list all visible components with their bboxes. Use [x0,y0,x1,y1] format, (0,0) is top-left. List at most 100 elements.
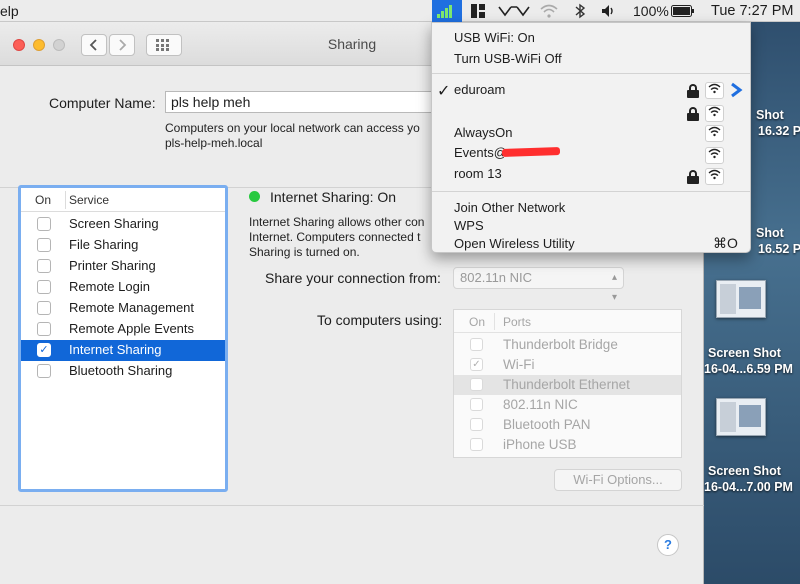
desktop-file-label: Screen Shot [708,346,781,360]
wps-item[interactable]: WPS [454,218,484,233]
service-row-printer-sharing[interactable]: Printer Sharing [21,256,225,277]
back-button[interactable] [81,34,107,56]
local-hostname: pls-help-meh.local [165,136,263,150]
volume-icon[interactable] [600,0,618,22]
wifi-icon[interactable] [539,0,559,22]
keyboard-shortcut: ⌘O [713,235,738,251]
zoom-button[interactable] [53,39,65,51]
grid-icon [156,39,169,51]
service-row-remote-login[interactable]: Remote Login [21,277,225,298]
minimize-button[interactable] [33,39,45,51]
wifi-signal-icon [705,168,724,185]
service-checkbox[interactable] [37,280,51,294]
usb-wifi-status-icon[interactable] [432,0,462,22]
battery-icon[interactable] [671,0,695,22]
status-description: Internet Sharing allows other con [249,215,425,229]
desktop-file-label: Shot [756,226,784,240]
service-label: File Sharing [69,237,139,252]
port-checkbox[interactable] [470,378,483,391]
join-other-network-item[interactable]: Join Other Network [454,200,565,215]
service-checkbox[interactable] [37,364,51,378]
port-label: Bluetooth PAN [503,417,591,432]
menu-clock[interactable]: Tue 7:27 PM [711,0,793,22]
port-row-802-11n-nic[interactable]: 802.11n NIC [454,395,681,415]
wifi-options-button[interactable]: Wi-Fi Options... [554,469,682,491]
wifi-signal-icon [705,82,724,99]
port-label: Thunderbolt Ethernet [503,377,630,392]
open-wireless-utility-item[interactable]: Open Wireless Utility [454,236,575,251]
internet-sharing-status: Internet Sharing: On [270,189,397,205]
popup-arrows-icon: ▴ ▾ [611,272,617,303]
wifi-signal-icon [705,105,724,122]
service-label: Bluetooth Sharing [69,363,173,378]
service-row-file-sharing[interactable]: File Sharing [21,235,225,256]
on-column-header[interactable]: On [35,193,51,207]
status-description: Internet. Computers connected t [249,230,421,244]
service-checkbox[interactable] [37,238,51,252]
share-from-value: 802.11n NIC [460,270,533,285]
service-checkbox-checked[interactable]: ✓ [37,343,51,357]
ports-list: On Ports Thunderbolt Bridge ✓ Wi-Fi Thun… [453,309,682,458]
computer-name-field[interactable]: pls help meh [165,91,435,113]
port-checkbox[interactable] [470,418,483,431]
ports-column-header[interactable]: Ports [503,315,531,329]
lock-icon [686,107,700,121]
divider [0,505,704,506]
glasses-icon[interactable] [497,0,531,22]
port-checkbox-checked[interactable]: ✓ [470,358,483,371]
port-checkbox[interactable] [470,338,483,351]
port-row-iphone-usb[interactable]: iPhone USB [454,435,681,455]
service-row-bluetooth-sharing[interactable]: Bluetooth Sharing [21,361,225,382]
service-row-remote-apple-events[interactable]: Remote Apple Events [21,319,225,340]
on-column-header[interactable]: On [469,315,485,329]
service-label: Screen Sharing [69,216,159,231]
lock-icon [686,84,700,98]
service-row-internet-sharing[interactable]: ✓ Internet Sharing [21,340,225,361]
service-label: Remote Login [69,279,150,294]
network-item-eduroam[interactable]: eduroam [454,82,505,97]
share-from-popup[interactable]: 802.11n NIC ▴ ▾ [453,267,624,303]
turn-usb-wifi-off-item[interactable]: Turn USB-WiFi Off [454,51,562,66]
port-checkbox[interactable] [470,398,483,411]
grid-app-icon[interactable] [470,0,486,22]
network-item-alwayson[interactable]: AlwaysOn [454,125,513,140]
service-checkbox[interactable] [37,217,51,231]
port-row-thunderbolt-ethernet[interactable]: Thunderbolt Ethernet [454,375,681,395]
service-checkbox[interactable] [37,259,51,273]
service-label: Remote Apple Events [69,321,195,336]
show-all-grid-button[interactable] [146,34,182,56]
computer-name-label: Computer Name: [49,95,156,111]
usb-wifi-menu: USB WiFi: On Turn USB-WiFi Off ✓ eduroam… [431,22,751,253]
wifi-signal-icon [705,147,724,164]
service-list-header: On Service [21,188,225,212]
window-title: Sharing [327,36,377,52]
battery-percent[interactable]: 100% [633,0,669,22]
port-row-bluetooth-pan[interactable]: Bluetooth PAN [454,415,681,435]
port-label: Wi-Fi [503,357,535,372]
desktop-file-label: Shot [756,108,784,122]
network-item-events[interactable]: Events@ [454,145,507,160]
help-button[interactable]: ? [657,534,679,556]
network-details-arrow-icon[interactable] [728,81,744,102]
forward-button[interactable] [109,34,135,56]
port-label: iPhone USB [503,437,577,452]
service-column-header[interactable]: Service [69,193,109,207]
port-row-thunderbolt-bridge[interactable]: Thunderbolt Bridge [454,335,681,355]
port-label: 802.11n NIC [503,397,578,412]
help-menu[interactable]: elp [0,0,19,22]
port-checkbox[interactable] [470,438,483,451]
service-row-screen-sharing[interactable]: Screen Sharing [21,214,225,235]
screenshot-thumbnail [716,398,766,436]
status-indicator-dot [249,191,260,202]
service-checkbox[interactable] [37,301,51,315]
network-item-room-13[interactable]: room 13 [454,166,502,181]
usb-wifi-status-item: USB WiFi: On [454,30,535,45]
lock-icon [686,170,700,184]
menu-bar: elp 100% Tue 7:27 PM [0,0,800,22]
close-button[interactable] [13,39,25,51]
screenshot-thumbnail [716,280,766,318]
service-row-remote-management[interactable]: Remote Management [21,298,225,319]
bluetooth-icon[interactable] [573,0,587,22]
port-row-wifi[interactable]: ✓ Wi-Fi [454,355,681,375]
service-checkbox[interactable] [37,322,51,336]
